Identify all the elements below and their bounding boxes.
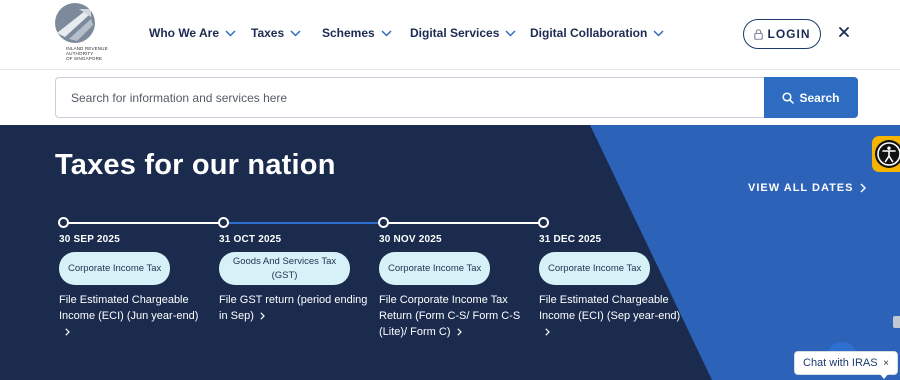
timeline-link[interactable]: File Estimated Chargeable Income (ECI) (…: [539, 292, 689, 340]
chat-label: Chat with IRAS: [803, 357, 878, 369]
timeline-dot: [538, 217, 549, 228]
timeline-date: 31 DEC 2025: [539, 234, 602, 245]
timeline-item: 30 SEP 2025 Corporate Income Tax File Es…: [59, 234, 209, 340]
chat-close-icon[interactable]: ×: [883, 358, 889, 369]
chevron-right-icon: [260, 312, 265, 320]
nav-label: Digital Collaboration: [530, 26, 648, 40]
timeline-dot: [58, 217, 69, 228]
timeline-description: File Corporate Income Tax Return (Form C…: [379, 294, 521, 338]
close-icon[interactable]: [836, 24, 852, 40]
chevron-down-icon: [225, 29, 236, 37]
timeline-link[interactable]: File GST return (period ending in Sep): [219, 292, 369, 324]
timeline-dot: [218, 217, 229, 228]
nav-who-we-are[interactable]: Who We Are: [149, 26, 236, 40]
chevron-right-icon: [860, 183, 867, 193]
chevron-right-icon: [545, 328, 550, 336]
search-bar: Search: [55, 77, 858, 118]
search-icon: [782, 91, 795, 104]
timeline-date: 31 OCT 2025: [219, 234, 282, 245]
nav-label: Taxes: [251, 26, 285, 40]
timeline-item: 31 OCT 2025 Goods And Services Tax (GST)…: [219, 234, 369, 324]
chevron-down-icon: [505, 29, 516, 37]
timeline-dot: [378, 217, 389, 228]
logo-emblem-icon: [55, 3, 95, 43]
tax-type-tag: Corporate Income Tax: [379, 252, 491, 285]
side-feedback-tab[interactable]: [893, 316, 900, 328]
nav-label: Schemes: [322, 26, 375, 40]
logo-text: INLAND REVENUE AUTHORITY OF SINGAPORE: [66, 46, 108, 62]
lock-icon: [753, 28, 763, 40]
timeline-track-segment: [384, 222, 544, 224]
timeline-item: 30 NOV 2025 Corporate Income Tax File Co…: [379, 234, 529, 340]
timeline-track-segment-active: [224, 222, 384, 224]
chevron-right-icon: [65, 328, 70, 336]
tax-type-tag: Goods And Services Tax (GST): [219, 252, 350, 285]
timeline-date: 30 SEP 2025: [59, 234, 120, 245]
chevron-down-icon: [381, 29, 392, 37]
search-button[interactable]: Search: [764, 77, 858, 118]
iras-logo[interactable]: INLAND REVENUE AUTHORITY OF SINGAPORE: [55, 3, 117, 67]
tax-type-tag: Corporate Income Tax: [539, 252, 651, 285]
accessibility-button[interactable]: [872, 136, 900, 172]
timeline-link[interactable]: File Corporate Income Tax Return (Form C…: [379, 292, 529, 340]
hero-banner: Taxes for our nation VIEW ALL DATES 30 S…: [0, 125, 900, 380]
nav-taxes[interactable]: Taxes: [251, 26, 301, 40]
timeline-link[interactable]: File Estimated Chargeable Income (ECI) (…: [59, 292, 209, 340]
timeline-description: File GST return (period ending in Sep): [219, 294, 368, 322]
nav-digital-collaboration[interactable]: Digital Collaboration: [530, 26, 664, 40]
chevron-right-icon: [456, 328, 462, 336]
tax-type-tag: Corporate Income Tax: [59, 252, 171, 285]
timeline-date: 30 NOV 2025: [379, 234, 442, 245]
site-header: INLAND REVENUE AUTHORITY OF SINGAPORE Wh…: [0, 0, 900, 70]
hero-title: Taxes for our nation: [55, 149, 336, 181]
chat-with-iras-button[interactable]: Chat with IRAS ×: [794, 351, 898, 375]
chat-pointer: [879, 373, 889, 379]
timeline-description: File Estimated Chargeable Income (ECI) (…: [539, 294, 681, 322]
accessibility-icon: [875, 140, 900, 168]
view-all-dates-link[interactable]: VIEW ALL DATES: [748, 182, 867, 194]
nav-label: Who We Are: [149, 26, 220, 40]
nav-digital-services[interactable]: Digital Services: [410, 26, 516, 40]
search-button-label: Search: [799, 90, 840, 105]
login-label: LOGIN: [767, 27, 811, 41]
timeline-track-segment: [64, 222, 224, 224]
logo-line-3: OF SINGAPORE: [66, 56, 103, 62]
chevron-down-icon: [290, 29, 301, 37]
timeline-item: 31 DEC 2025 Corporate Income Tax File Es…: [539, 234, 689, 340]
chevron-down-icon: [653, 29, 664, 37]
timeline-description: File Estimated Chargeable Income (ECI) (…: [59, 294, 199, 322]
nav-schemes[interactable]: Schemes: [322, 26, 392, 40]
nav-label: Digital Services: [410, 26, 500, 40]
view-all-label: VIEW ALL DATES: [748, 182, 854, 194]
search-input[interactable]: [55, 77, 765, 118]
login-button[interactable]: LOGIN: [743, 19, 821, 49]
